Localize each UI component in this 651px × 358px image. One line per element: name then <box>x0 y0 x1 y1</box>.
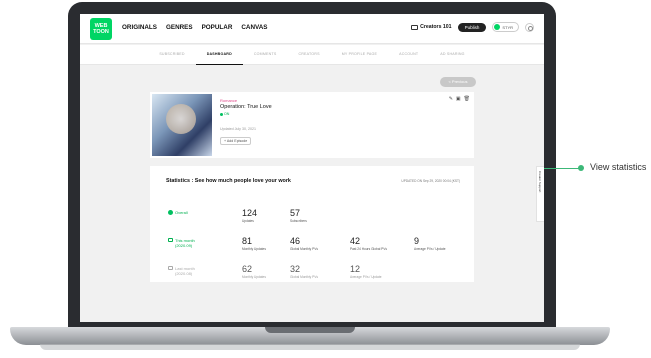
creators-101-link[interactable]: Creators 101 <box>411 24 452 30</box>
stat-this-month-avg-pvs: 9 Average PVs / Update <box>414 236 445 251</box>
stat-value: 124 <box>242 208 258 218</box>
delete-icon[interactable]: 🗑 <box>464 96 470 102</box>
stat-label: Average PVs / Update <box>350 275 382 279</box>
this-month-row-label: This month (2020.09) <box>168 238 195 248</box>
stat-overall-subscribers: 57 Subscribers <box>290 208 307 223</box>
callout-line <box>544 168 580 169</box>
calendar-icon <box>168 266 173 270</box>
creator-support-label: Creator Support <box>538 171 542 193</box>
overall-row-label: Overall <box>168 210 188 215</box>
series-status-label: ON <box>224 112 230 116</box>
series-status: ON <box>220 112 229 116</box>
stat-this-month-global-pvs: 46 Global Monthly PVs <box>290 236 318 251</box>
stat-label: Monthly Updates <box>242 247 266 251</box>
series-updated-date: Updated July 30, 2021 <box>220 127 256 131</box>
laptop-screen: WEB TOON ORIGINALS GENRES POPULAR CANVAS… <box>80 14 544 322</box>
stat-overall-updates: 124 Updates <box>242 208 257 223</box>
user-name: STYR <box>502 24 513 30</box>
this-month-period: (2020.09) <box>175 243 193 248</box>
calendar-icon <box>168 238 173 242</box>
nav-originals[interactable]: ORIGINALS <box>122 24 157 31</box>
nav-canvas[interactable]: CANVAS <box>241 24 267 31</box>
avatar <box>494 24 501 30</box>
stat-value: 32 <box>290 264 301 274</box>
header-actions: Creators 101 Publish STYR <box>411 22 534 32</box>
stat-value: 42 <box>350 236 361 246</box>
stat-label: Global Monthly PVs <box>290 247 318 251</box>
stat-value: 46 <box>290 236 301 246</box>
dashboard-tabs: SUBSCRIBED DASHBOARD COMMENTS CREATORS M… <box>80 45 544 65</box>
nav-popular[interactable]: POPULAR <box>202 24 233 31</box>
stat-last-month-global-pvs: 32 Global Monthly PVs <box>290 264 318 279</box>
creators-101-label: Creators 101 <box>420 24 452 30</box>
user-menu[interactable]: STYR <box>492 22 519 32</box>
stat-label: Average PVs / Update <box>414 247 446 251</box>
stat-value: 62 <box>242 264 253 274</box>
stat-value: 9 <box>414 236 420 246</box>
series-cover-image[interactable] <box>152 94 212 156</box>
last-month-period: (2020.08) <box>175 271 193 276</box>
stat-last-month-avg-pvs: 12 Average PVs / Update <box>350 264 381 279</box>
stat-value: 57 <box>290 208 301 218</box>
last-month-row-label: Last month (2020.08) <box>168 266 195 276</box>
tab-account[interactable]: ACCOUNT <box>388 45 429 65</box>
laptop-base <box>10 327 610 345</box>
tab-subscribed[interactable]: SUBSCRIBED <box>148 45 195 65</box>
stat-this-month-24h-pvs: 42 Past 24 Hours Global PVs <box>350 236 387 251</box>
laptop-notch <box>265 327 355 333</box>
stat-last-month-updates: 62 Monthly Updates <box>242 264 266 279</box>
webtoon-logo[interactable]: WEB TOON <box>90 18 112 40</box>
stat-this-month-updates: 81 Monthly Updates <box>242 236 266 251</box>
stat-label: Past 24 Hours Global PVs <box>350 247 388 251</box>
tab-ad-sharing[interactable]: AD SHARING <box>429 45 475 65</box>
previous-button[interactable]: < Previous <box>440 77 476 87</box>
tab-my-profile-page[interactable]: MY PROFILE PAGE <box>331 45 388 65</box>
callout-dot <box>578 165 584 171</box>
nav-genres[interactable]: GENRES <box>166 24 193 31</box>
statistics-card: Statistics : See how much people love yo… <box>150 166 474 282</box>
stat-label: Monthly Updates <box>242 275 266 279</box>
statistics-title: Statistics : See how much people love yo… <box>166 178 291 184</box>
tab-creators[interactable]: CREATORS <box>287 45 330 65</box>
settings-icon[interactable]: ▣ <box>456 96 461 102</box>
series-card: Romance Operation: True Love ON Updated … <box>150 92 474 158</box>
overall-icon <box>168 210 173 215</box>
stat-label: Subscribers <box>290 219 307 223</box>
series-genre: Romance <box>220 98 238 103</box>
this-month-label-group: This month (2020.09) <box>175 238 195 248</box>
laptop-foot <box>40 344 580 350</box>
stat-value: 81 <box>242 236 253 246</box>
tab-comments[interactable]: COMMENTS <box>243 45 288 65</box>
stat-label: Updates <box>242 219 254 223</box>
add-episode-button[interactable]: + Add Episode <box>220 137 252 145</box>
status-dot-icon <box>220 112 223 116</box>
creators-book-icon <box>411 24 419 30</box>
overall-label: Overall <box>175 210 188 215</box>
search-icon[interactable] <box>525 22 534 32</box>
stat-label: Global Monthly PVs <box>290 275 318 279</box>
edit-icon[interactable]: ✎ <box>449 96 453 102</box>
top-navigation-bar: WEB TOON ORIGINALS GENRES POPULAR CANVAS… <box>80 14 544 44</box>
statistics-updated-time: UPDATED ON Sep 29, 2020 00:04 (KST) <box>401 179 460 183</box>
series-title[interactable]: Operation: True Love <box>220 104 272 110</box>
main-nav: ORIGINALS GENRES POPULAR CANVAS <box>122 24 268 31</box>
view-statistics-annotation: View statistics <box>590 162 647 172</box>
series-actions: ✎ ▣ 🗑 <box>449 96 470 102</box>
creator-support-side-tab[interactable]: Creator Support <box>536 166 544 222</box>
tab-dashboard[interactable]: DASHBOARD <box>195 45 243 65</box>
stat-value: 12 <box>350 264 361 274</box>
publish-button[interactable]: Publish <box>457 22 487 32</box>
last-month-label-group: Last month (2020.08) <box>175 266 195 276</box>
